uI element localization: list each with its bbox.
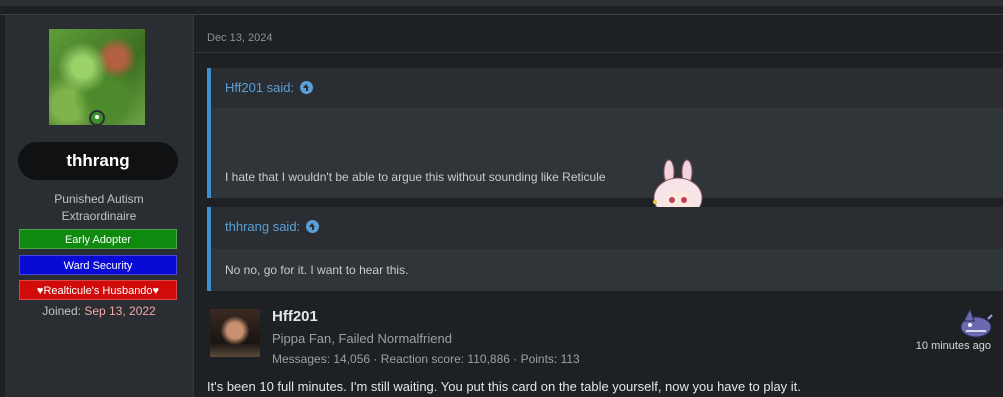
reply-text: It's been 10 full minutes. I'm still wai… bbox=[207, 379, 801, 394]
banner-early-adopter: Early Adopter bbox=[19, 229, 177, 249]
shark-emote-icon bbox=[960, 307, 993, 338]
reply-user-stats: Messages: 14,056 · Reaction score: 110,8… bbox=[272, 352, 580, 366]
joined-label: Joined: bbox=[42, 304, 81, 318]
banner-ward-security: Ward Security bbox=[19, 255, 177, 275]
quote-text: No no, go for it. I want to hear this. bbox=[225, 263, 409, 277]
user-title: Punished Autism Extraordinaire bbox=[5, 191, 193, 225]
post-date[interactable]: Dec 13, 2024 bbox=[207, 32, 272, 44]
quote-text: I hate that I wouldn't be able to argue … bbox=[225, 170, 606, 184]
quote-header[interactable]: Hff201 said: bbox=[225, 80, 314, 95]
reply-timestamp[interactable]: 10 minutes ago bbox=[916, 340, 991, 352]
joined-date: Sep 13, 2022 bbox=[84, 304, 156, 318]
top-bar bbox=[0, 0, 1003, 6]
user-title-line1: Punished Autism bbox=[54, 192, 144, 206]
jump-to-quote-icon[interactable] bbox=[300, 81, 314, 94]
quote-block: Hff201 said: I hate that I wouldn't be a… bbox=[207, 68, 1003, 224]
quote-block: thhrang said: No no, go for it. I want t… bbox=[207, 207, 1003, 291]
quote-body: No no, go for it. I want to hear this. bbox=[211, 249, 1003, 291]
user-sidebar: thhrang Punished Autism Extraordinaire E… bbox=[5, 15, 194, 397]
joined-info: Joined: Sep 13, 2022 bbox=[5, 304, 193, 318]
online-status-icon bbox=[89, 110, 105, 126]
quote-author[interactable]: thhrang said: bbox=[225, 219, 300, 234]
reply-avatar[interactable] bbox=[210, 309, 260, 357]
quote-author[interactable]: Hff201 said: bbox=[225, 80, 294, 95]
user-title-line2: Extraordinaire bbox=[61, 209, 137, 223]
quote-body: I hate that I wouldn't be able to argue … bbox=[211, 108, 1003, 224]
reply-post: Hff201 Pippa Fan, Failed Normalfriend Me… bbox=[196, 293, 1003, 397]
username[interactable]: thhrang bbox=[18, 142, 178, 180]
reply-user-title: Pippa Fan, Failed Normalfriend bbox=[272, 331, 452, 346]
jump-to-quote-icon[interactable] bbox=[306, 220, 320, 233]
quote-header[interactable]: thhrang said: bbox=[225, 219, 320, 234]
sidebar-pointer bbox=[180, 58, 192, 78]
date-divider bbox=[196, 52, 1003, 53]
banner-husbando: ♥Realticule's Husbando♥ bbox=[19, 280, 177, 300]
reply-username[interactable]: Hff201 bbox=[272, 308, 318, 325]
